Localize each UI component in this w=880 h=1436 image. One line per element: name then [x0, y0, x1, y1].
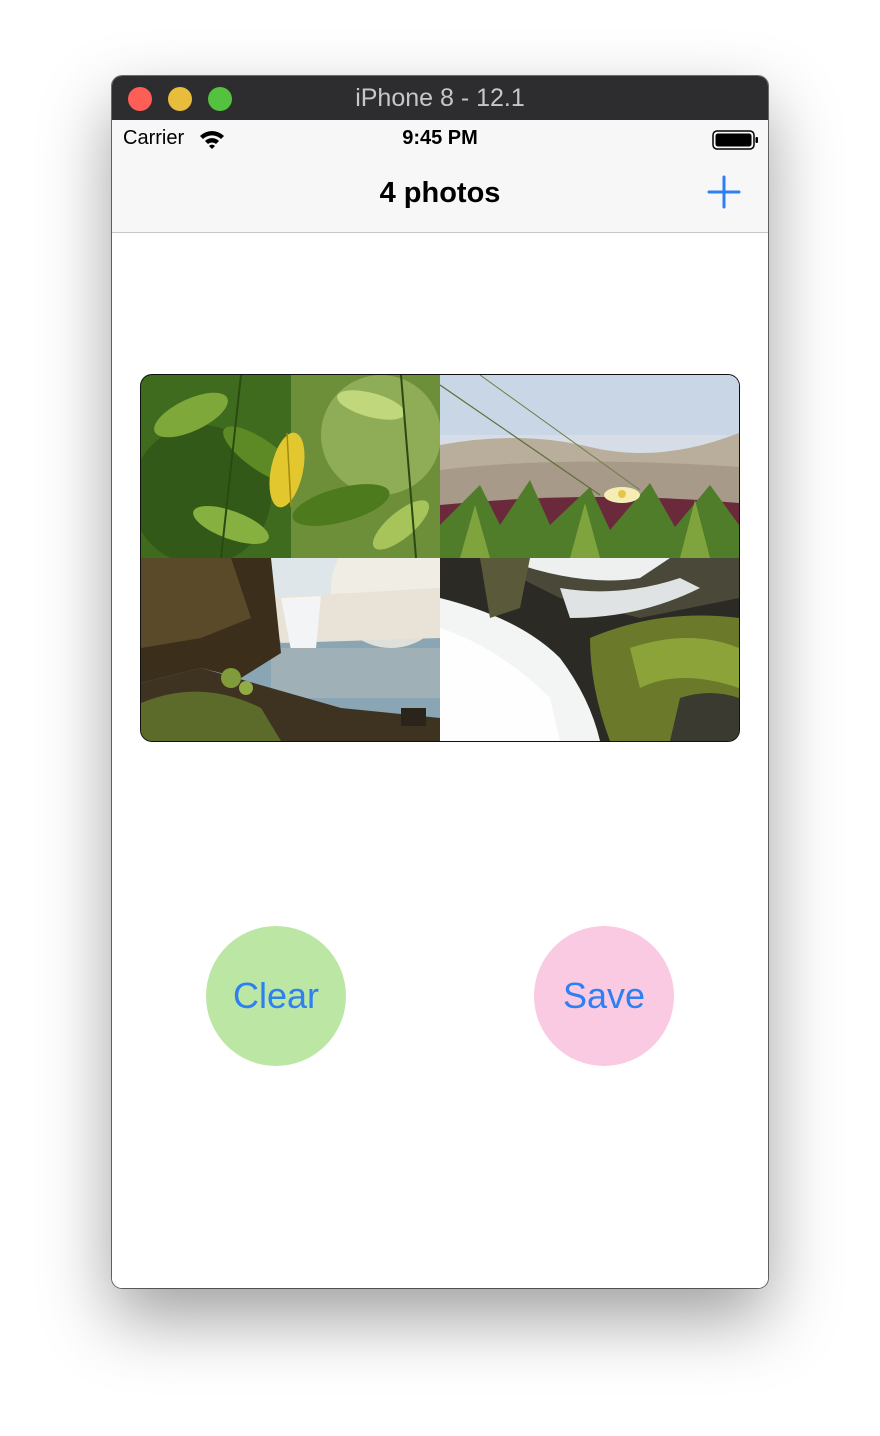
collage-photo-waterfall[interactable] [141, 558, 440, 741]
collage-photo-leaves[interactable] [141, 375, 440, 558]
waterfall-photo-image [141, 558, 440, 741]
device-screen: Carrier 9:45 PM 4 photos Clear Save [112, 120, 768, 1288]
nav-title: 4 photos [379, 177, 501, 209]
navigation-bar: 4 photos [112, 158, 768, 233]
add-photos-button[interactable] [706, 174, 742, 210]
window-title: iPhone 8 - 12.1 [355, 84, 525, 112]
flower-photo-image [440, 375, 739, 558]
collage-photo-cascade[interactable] [440, 558, 739, 741]
plus-icon [707, 175, 741, 209]
clear-button[interactable]: Clear [206, 926, 346, 1066]
window-titlebar: iPhone 8 - 12.1 [112, 76, 768, 121]
collage-photo-flower[interactable] [440, 375, 739, 558]
photo-collage[interactable] [140, 374, 740, 742]
cascade-photo-image [440, 558, 739, 741]
clock-label: 9:45 PM [402, 127, 478, 149]
battery-icon [712, 129, 760, 156]
status-bar: Carrier 9:45 PM [112, 120, 768, 158]
simulator-window: iPhone 8 - 12.1 Carrier 9:45 PM 4 photos… [112, 76, 768, 1288]
leaves-photo-image [141, 375, 440, 558]
save-button[interactable]: Save [534, 926, 674, 1066]
